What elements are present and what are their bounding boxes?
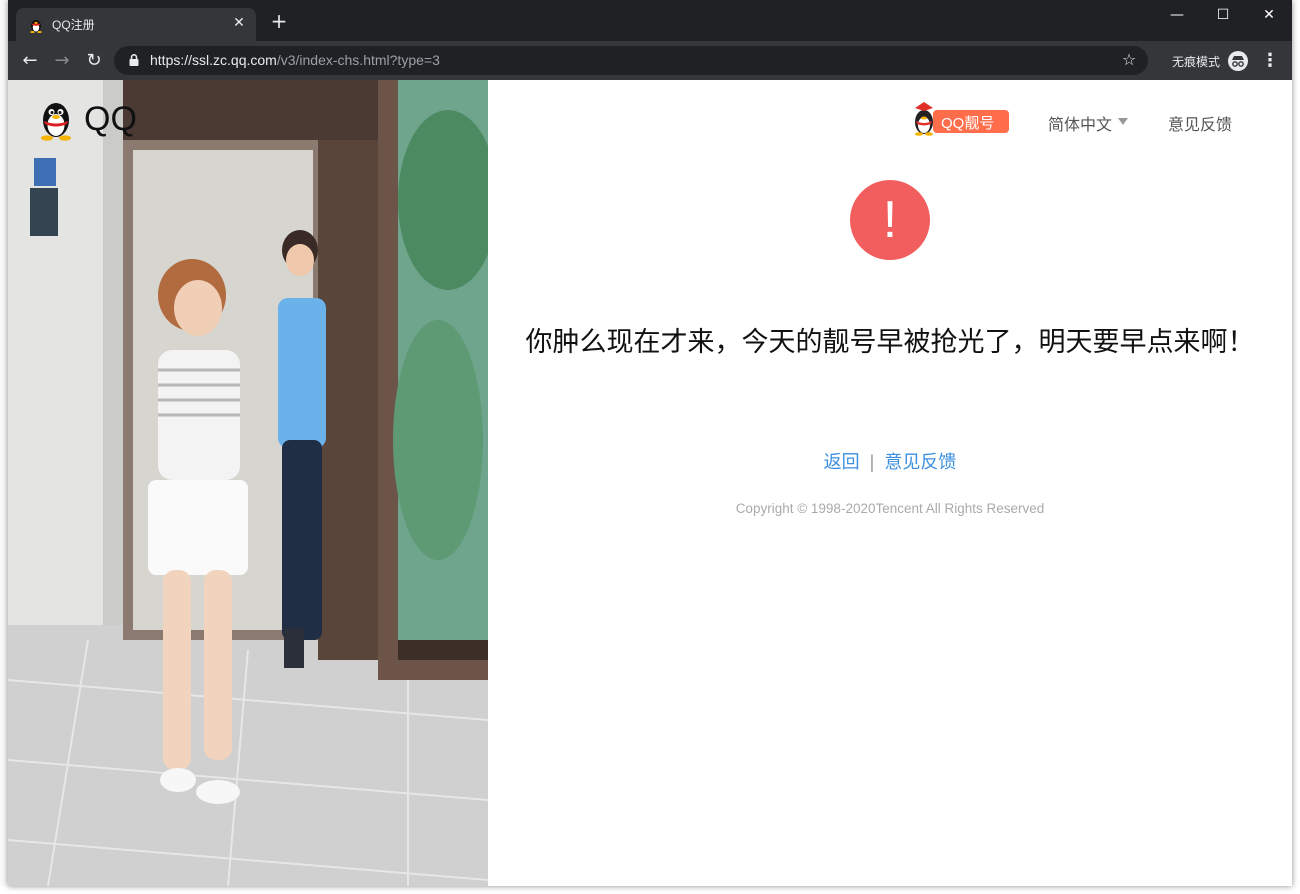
more-menu-icon[interactable]: ⋮	[1260, 50, 1280, 72]
maximize-icon[interactable]: ☐	[1200, 0, 1246, 30]
bookmark-star-icon[interactable]: ☆	[1120, 51, 1138, 69]
link-separator: |	[869, 452, 875, 472]
back-link[interactable]: 返回	[824, 452, 860, 472]
exclamation-icon: !	[850, 180, 930, 260]
qq-logo-text: QQ	[84, 100, 137, 138]
exclamation-symbol: !	[882, 191, 898, 249]
action-links: 返回 | 意见反馈	[488, 448, 1292, 474]
tab-close-icon[interactable]: ✕	[230, 14, 248, 32]
qq-logo[interactable]: QQ	[36, 98, 156, 142]
window-close-icon[interactable]: ✕	[1246, 0, 1292, 30]
hero-photo: QQ	[8, 80, 488, 886]
reload-icon[interactable]: ↻	[81, 48, 107, 74]
feedback-link[interactable]: 意见反馈	[884, 452, 956, 472]
qq-penguin-logo-icon	[41, 103, 71, 141]
copyright-text: Copyright © 1998-2020Tencent All Rights …	[735, 501, 1045, 516]
address-bar[interactable]: https://ssl.zc.qq.com/v3/index-chs.html?…	[114, 46, 1148, 75]
browser-window: QQ注册 ✕ + — ☐ ✕ ← → ↻ https://ssl.zc.qq.c…	[8, 0, 1292, 886]
browser-tab[interactable]: QQ注册 ✕	[16, 8, 256, 41]
browser-toolbar: ← → ↻ https://ssl.zc.qq.com/v3/index-chs…	[8, 41, 1292, 80]
page-viewport: QQ QQ靓号 简体中文 意见反馈 ! 你肿么现在才来，今天的靓号早被抢光了，明…	[8, 80, 1292, 886]
background-window-bottom	[0, 886, 1300, 894]
content-panel: QQ靓号 简体中文 意见反馈 ! 你肿么现在才来，今天的靓号早被抢光了，明天要早…	[488, 80, 1292, 886]
lianghao-button[interactable]: QQ靓号	[911, 102, 1009, 136]
tab-strip: QQ注册 ✕ + — ☐ ✕	[8, 0, 1292, 41]
error-message: 你肿么现在才来，今天的靓号早被抢光了，明天要早点来啊！	[525, 327, 1255, 357]
penguin-mascot-icon	[915, 102, 933, 136]
qq-penguin-icon	[30, 20, 42, 33]
minimize-icon[interactable]: —	[1154, 0, 1200, 30]
incognito-icon[interactable]	[1227, 50, 1249, 72]
incognito-label: 无痕模式	[1172, 55, 1221, 69]
lianghao-label: QQ靓号	[941, 115, 995, 132]
caret-down-icon[interactable]	[1118, 118, 1128, 125]
header-feedback-link[interactable]: 意见反馈	[1168, 111, 1232, 135]
tab-title: QQ注册	[52, 18, 95, 32]
new-tab-icon[interactable]: +	[268, 10, 290, 32]
url-text: https://ssl.zc.qq.com/v3/index-chs.html?…	[150, 52, 440, 68]
language-select[interactable]: 简体中文	[1048, 111, 1112, 135]
lock-icon	[129, 54, 139, 66]
forward-arrow-icon[interactable]: →	[49, 48, 75, 74]
back-arrow-icon[interactable]: ←	[17, 48, 43, 74]
hero-photo-illustration	[8, 80, 488, 886]
